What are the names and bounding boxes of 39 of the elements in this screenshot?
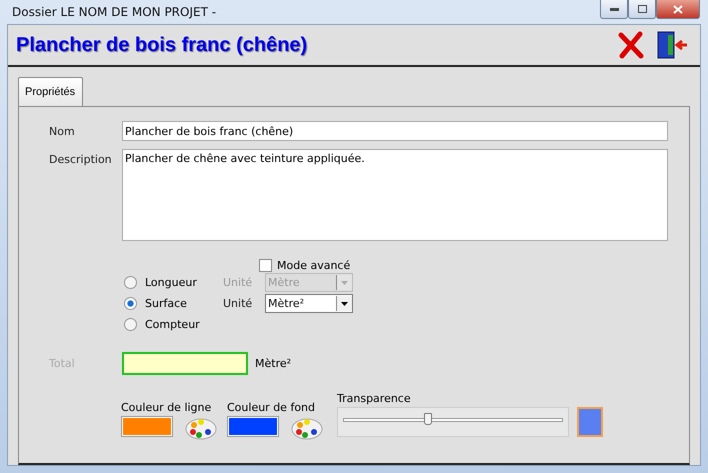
color-label: Couleur de fond <box>227 401 316 414</box>
transparency-slider[interactable] <box>337 407 569 437</box>
radio-label: Longueur <box>145 276 198 289</box>
field-label: Nom <box>49 124 76 138</box>
exit-door-icon[interactable] <box>656 30 688 60</box>
caret-icon <box>341 302 348 306</box>
unit-dropdown[interactable]: Mètre² <box>265 294 353 313</box>
radio-button[interactable] <box>124 297 137 310</box>
color-label: Couleur de ligne <box>121 401 212 414</box>
minimize-icon <box>610 8 618 10</box>
caret-icon <box>341 280 348 284</box>
name-field[interactable]: Plancher de bois franc (chêne) <box>122 121 668 141</box>
color-swatch[interactable] <box>227 416 279 437</box>
cross-icon[interactable] <box>618 31 644 59</box>
unit-label: Unité <box>223 297 254 310</box>
close-button[interactable] <box>656 0 700 19</box>
radio-label: Compteur <box>145 318 201 331</box>
window-title: Dossier LE NOM DE MON PROJET - <box>12 5 216 19</box>
checkbox-label: Mode avancé <box>277 259 350 272</box>
palette-icon[interactable] <box>185 416 217 440</box>
maximize-button[interactable] <box>628 0 656 19</box>
description-field[interactable]: Plancher de chêne avec teinture appliquée. <box>122 149 668 241</box>
total-field[interactable] <box>122 352 248 375</box>
color-swatch[interactable] <box>121 416 173 437</box>
maximize-icon <box>638 5 646 13</box>
radio-button[interactable] <box>124 318 137 331</box>
field-label: Description <box>49 152 113 166</box>
radio-label: Surface <box>145 297 188 310</box>
slider-thumb[interactable] <box>424 413 432 425</box>
page-title: Plancher de bois franc (chêne) <box>16 34 308 56</box>
radio-button[interactable] <box>124 276 137 289</box>
checkbox[interactable] <box>259 259 272 272</box>
minimize-button[interactable] <box>600 0 628 19</box>
tab[interactable]: Propriétés <box>18 77 84 106</box>
slider-label: Transparence <box>337 392 412 405</box>
close-icon <box>673 4 683 14</box>
unit-label: Unité <box>223 276 254 289</box>
palette-icon[interactable] <box>291 416 323 440</box>
unit-label: Mètre² <box>255 357 292 370</box>
